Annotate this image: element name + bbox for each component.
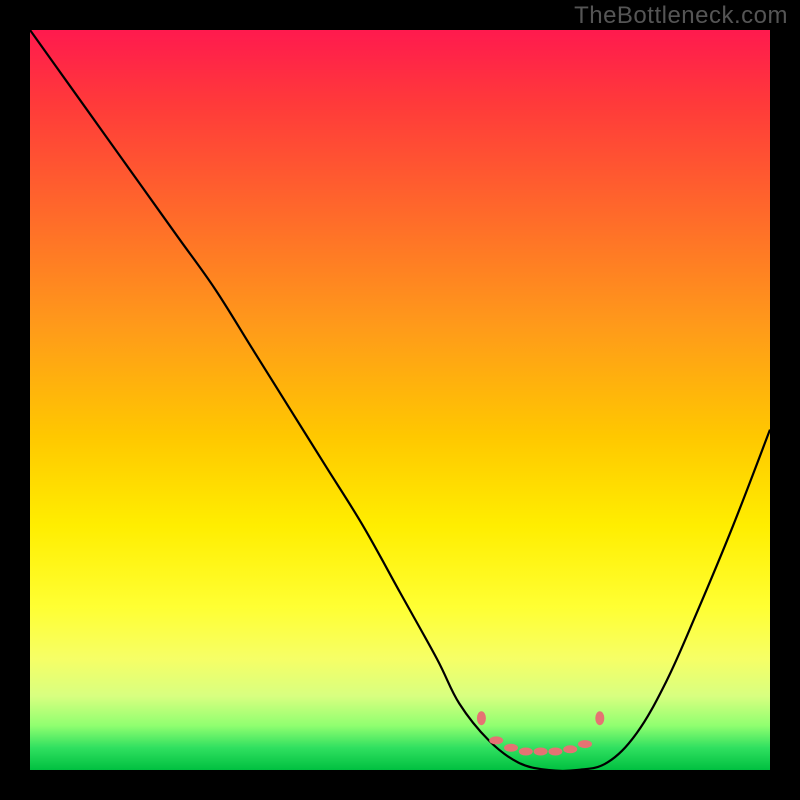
- target-marker: [534, 748, 548, 756]
- target-marker: [578, 740, 592, 748]
- target-range-markers: [477, 711, 604, 755]
- target-marker: [504, 744, 518, 752]
- plot-area: [30, 30, 770, 770]
- target-marker: [519, 748, 533, 756]
- bottleneck-curve-path: [30, 30, 770, 770]
- curve-layer: [30, 30, 770, 770]
- target-marker: [477, 711, 486, 725]
- target-marker: [563, 745, 577, 753]
- target-marker: [548, 748, 562, 756]
- watermark-text: TheBottleneck.com: [574, 2, 788, 30]
- target-marker: [489, 736, 503, 744]
- target-marker: [595, 711, 604, 725]
